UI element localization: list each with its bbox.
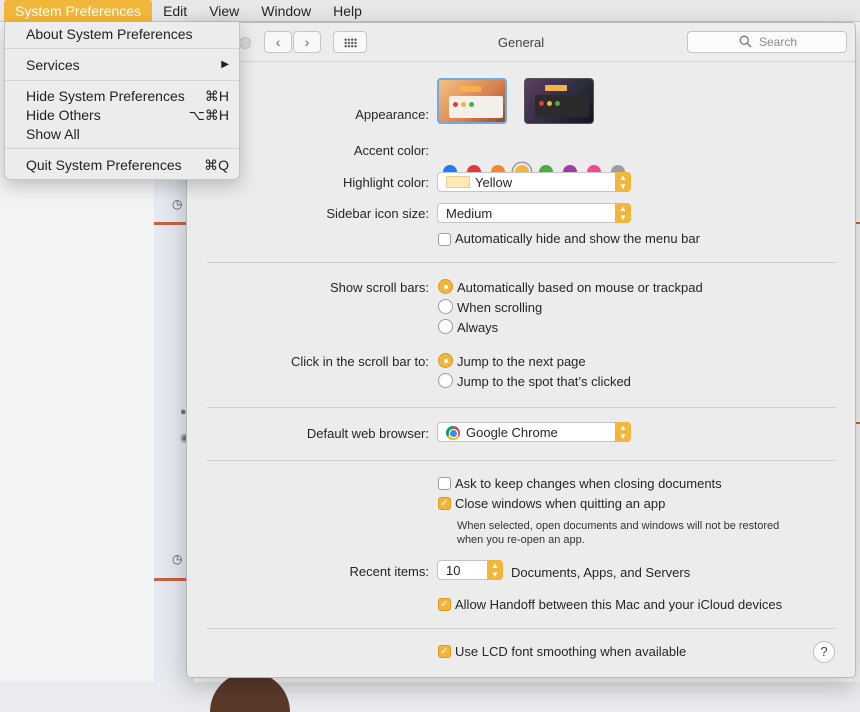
sidebar-icon-size-popup[interactable]: Medium ▲ ▼ (437, 203, 631, 223)
checkmark-icon: ✓ (440, 498, 449, 509)
menu-view[interactable]: View (198, 0, 250, 22)
highlight-color-popup[interactable]: Yellow ▲ ▼ (437, 172, 631, 192)
highlight-swatch (446, 176, 470, 188)
thumb-dot (453, 102, 458, 107)
search-icon (739, 35, 752, 48)
menu-item-hide[interactable]: Hide System Preferences ⌘H (5, 86, 239, 106)
search-placeholder: Search (759, 35, 798, 49)
jump-to-spot-label: Jump to the spot that’s clicked (457, 374, 631, 389)
recent-items-value: 10 (446, 563, 461, 578)
scroll-always-radio[interactable] (438, 319, 453, 334)
clock-icon: ◷ (172, 197, 183, 211)
question-mark-icon: ? (820, 644, 828, 659)
scroll-always-label: Always (457, 320, 499, 335)
thumb-dot (547, 101, 552, 106)
close-windows-label: Close windows when quitting an app (455, 496, 666, 511)
preferences-window: ‹ › General Search Appearance: Accent co… (186, 22, 856, 678)
handoff-checkbox[interactable]: ✓ (438, 598, 451, 611)
popup-arrows-icon: ▲ ▼ (615, 422, 631, 442)
appearance-light-option[interactable] (437, 78, 507, 124)
menu-shortcut: ⌘Q (204, 157, 229, 173)
menu-edit[interactable]: Edit (152, 0, 198, 22)
recent-items-suffix: Documents, Apps, and Servers (511, 565, 691, 580)
menu-item-quit[interactable]: Quit System Preferences ⌘Q (5, 155, 239, 175)
lcd-smoothing-label: Use LCD font smoothing when available (455, 644, 687, 659)
appearance-dark-option[interactable] (524, 78, 594, 124)
jump-next-page-label: Jump to the next page (457, 354, 586, 369)
menu-system-preferences[interactable]: System Preferences (4, 0, 153, 22)
menu-item-about[interactable]: About System Preferences (5, 24, 239, 44)
section-divider (207, 628, 836, 629)
jump-next-page-radio[interactable] (438, 353, 453, 368)
thumb-bar (459, 86, 481, 92)
thumb-bar (545, 85, 567, 91)
menu-shortcut: ⌘H (204, 88, 229, 104)
scroll-auto-radio[interactable] (438, 279, 453, 294)
menu-item-label: Services (26, 57, 80, 73)
close-windows-note-line-1: When selected, open documents and window… (457, 520, 780, 532)
popup-arrows-icon: ▲ ▼ (615, 203, 631, 223)
general-pane: Appearance: Accent color: Highlight colo… (187, 63, 855, 677)
jump-to-spot-radio[interactable] (438, 373, 453, 388)
popup-arrows-icon: ▲ ▼ (615, 172, 631, 192)
menu-help[interactable]: Help (322, 0, 373, 22)
menu-item-label: Hide System Preferences (26, 88, 185, 104)
scroll-when-scrolling-radio[interactable] (438, 299, 453, 314)
ask-keep-changes-checkbox[interactable] (438, 477, 451, 490)
scroll-bars-label: Show scroll bars: (330, 280, 429, 295)
menu-item-label: About System Preferences (26, 26, 193, 42)
recent-items-popup[interactable]: 10 ▲ ▼ (437, 560, 503, 580)
default-browser-value: Google Chrome (466, 425, 558, 440)
menu-separator (5, 80, 239, 81)
handoff-label: Allow Handoff between this Mac and your … (455, 597, 783, 612)
auto-hide-menubar-checkbox[interactable] (438, 233, 451, 246)
checkmark-icon: ✓ (440, 646, 449, 657)
menu-item-services[interactable]: Services ▶ (5, 55, 239, 75)
default-browser-popup[interactable]: Google Chrome ▲ ▼ (437, 422, 631, 442)
menu-separator (5, 48, 239, 49)
background-avatar (210, 672, 290, 712)
click-scroll-bar-label: Click in the scroll bar to: (291, 354, 429, 369)
menu-shortcut: ⌥⌘H (188, 107, 229, 123)
chrome-icon (446, 426, 460, 440)
ask-keep-changes-label: Ask to keep changes when closing documen… (455, 476, 722, 491)
close-windows-checkbox[interactable]: ✓ (438, 497, 451, 510)
submenu-arrow-icon: ▶ (221, 59, 229, 70)
menu-separator (5, 148, 239, 149)
default-browser-label: Default web browser: (306, 426, 429, 441)
thumb-window (449, 96, 503, 118)
search-field[interactable]: Search (687, 31, 847, 53)
scroll-when-scrolling-label: When scrolling (457, 300, 543, 315)
menu-item-label: Quit System Preferences (26, 157, 182, 173)
thumb-dot (461, 102, 466, 107)
menu-bar: System Preferences Edit View Window Help (0, 0, 860, 22)
thumb-window (535, 95, 589, 117)
lcd-smoothing-checkbox[interactable]: ✓ (438, 645, 451, 658)
highlight-value: Yellow (475, 175, 513, 190)
thumb-dot (555, 101, 560, 106)
menu-item-label: Show All (26, 126, 80, 142)
section-divider (207, 460, 836, 461)
scroll-auto-label: Automatically based on mouse or trackpad (457, 280, 703, 295)
section-divider (207, 262, 836, 263)
popup-arrows-icon: ▲ ▼ (487, 560, 503, 580)
sidebar-icon-size-label: Sidebar icon size: (326, 206, 429, 221)
help-button[interactable]: ? (813, 641, 835, 663)
close-windows-note-line-2: when you re-open an app. (457, 534, 585, 546)
menu-window[interactable]: Window (250, 0, 322, 22)
recent-items-label: Recent items: (349, 564, 429, 579)
section-divider (207, 407, 836, 408)
menu-item-hide-others[interactable]: Hide Others ⌥⌘H (5, 105, 239, 125)
sidebar-icon-size-value: Medium (446, 206, 493, 221)
window-toolbar: ‹ › General Search (187, 23, 855, 62)
auto-hide-menubar-label: Automatically hide and show the menu bar (455, 231, 700, 246)
thumb-dot (539, 101, 544, 106)
app-menu-dropdown: About System Preferences Services ▶ Hide… (4, 22, 240, 180)
clock-icon: ◷ (172, 552, 183, 566)
menu-item-show-all[interactable]: Show All (5, 124, 239, 144)
checkmark-icon: ✓ (440, 599, 449, 610)
thumb-dot (469, 102, 474, 107)
menu-item-label: Hide Others (26, 107, 101, 123)
